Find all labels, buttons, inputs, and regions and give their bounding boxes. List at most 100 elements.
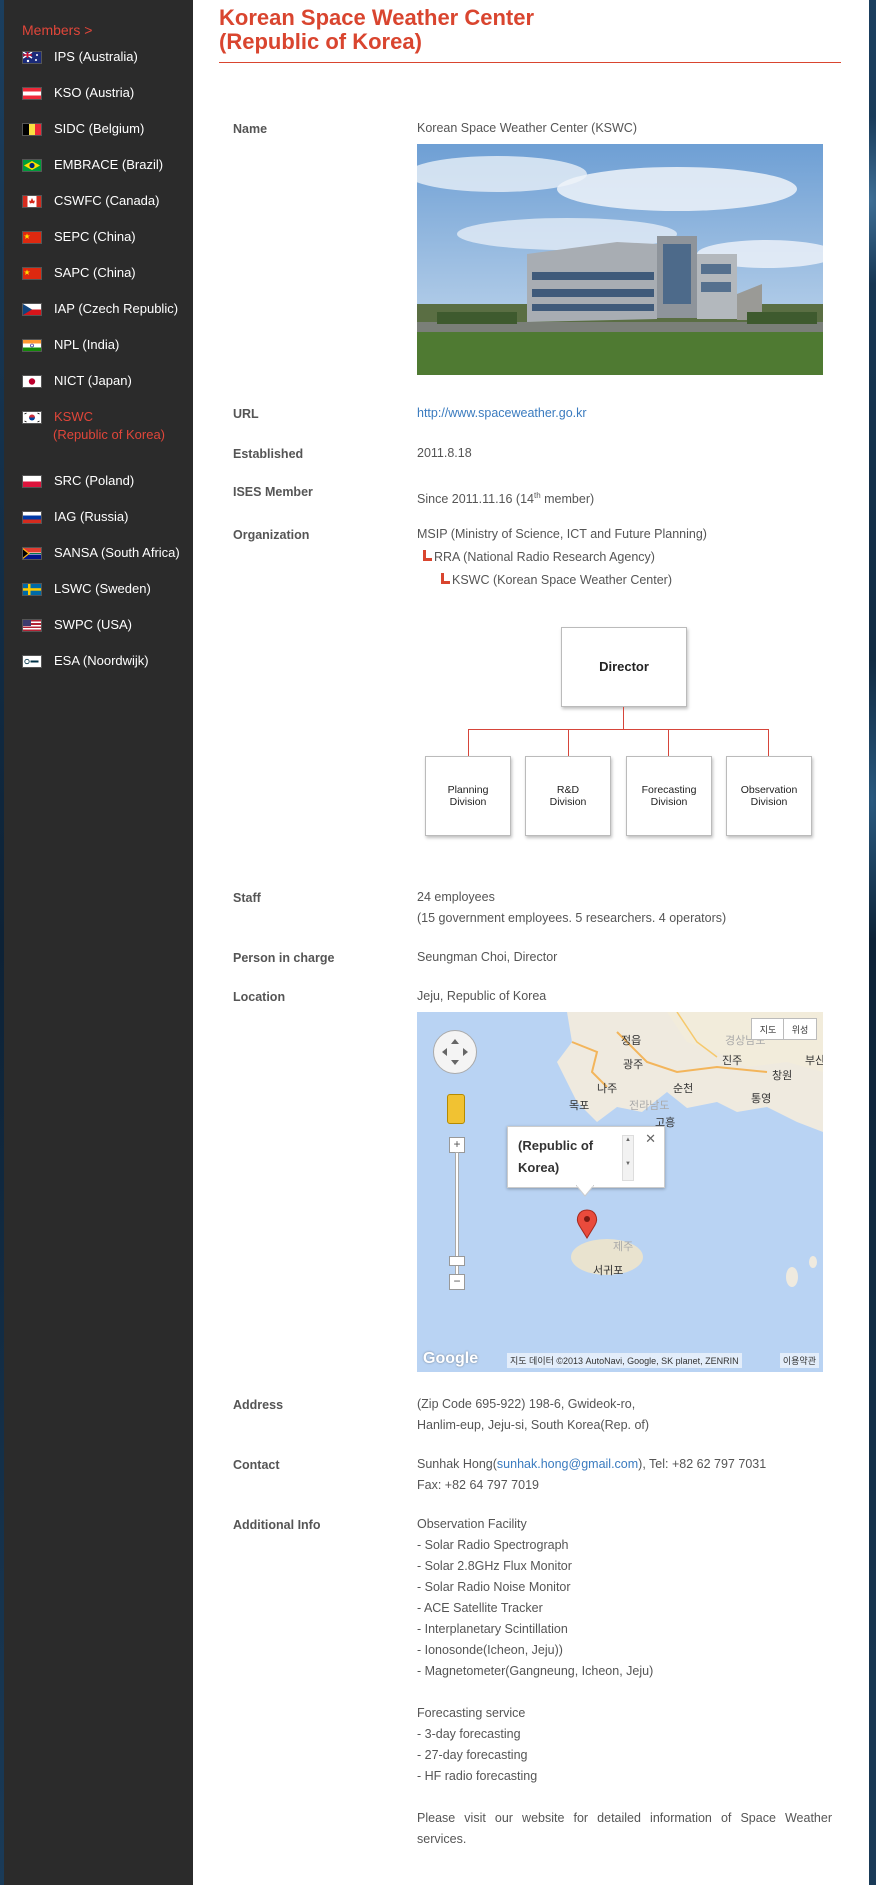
established-value: 2011.8.18 (417, 446, 472, 460)
pan-control[interactable] (433, 1030, 477, 1074)
map-attribution: 지도 데이터 ©2013 AutoNavi, Google, SK planet… (507, 1353, 742, 1368)
contact-line-1: Sunhak Hong(sunhak.hong@gmail.com), Tel:… (417, 1454, 766, 1475)
additional-info-line: - 27-day forecasting (417, 1748, 528, 1762)
org-chart-director: Director (561, 627, 687, 707)
ises-member-value: Since 2011.11.16 (14th member) (417, 485, 594, 510)
map-place-label: 목포 (569, 1099, 589, 1112)
flag-austria-icon (22, 87, 42, 100)
division-line2: Division (449, 796, 487, 808)
sidebar-item-label: NICT (Japan) (54, 373, 132, 388)
name-label: Name (233, 122, 268, 136)
org-line-2: RRA (National Radio Research Agency) (417, 547, 655, 568)
map-place-label: 부산 (805, 1054, 823, 1067)
url-label: URL (233, 407, 259, 421)
established-label: Established (233, 447, 304, 461)
staff-line-2: (15 government employees. 5 researchers.… (417, 911, 727, 925)
map-place-label: 나주 (597, 1082, 617, 1095)
sidebar-item-label: IPS (Australia) (54, 49, 138, 64)
sidebar-item-label: CSWFC (Canada) (54, 193, 160, 208)
contact-email-link[interactable]: sunhak.hong@gmail.com (497, 1457, 638, 1471)
info-window-scrollbar[interactable]: ▲ ▼ (622, 1135, 634, 1181)
sidebar-item-label: EMBRACE (Brazil) (54, 157, 164, 172)
flag-belgium-icon (22, 123, 42, 136)
map-terms-link[interactable]: 이용약관 (779, 1353, 819, 1368)
sidebar-title[interactable]: Members > (22, 22, 92, 38)
sidebar-item-label: IAG (Russia) (54, 509, 129, 524)
division-line2: Division (750, 796, 788, 808)
staff-label: Staff (233, 891, 261, 905)
sidebar-item-label: SWPC (USA) (54, 617, 132, 632)
sidebar-item-label: IAP (Czech Republic) (54, 301, 179, 316)
address-line-2: Hanlim-eup, Jeju-si, South Korea(Rep. of… (417, 1418, 650, 1432)
map-place-label: 제주 (613, 1240, 633, 1253)
additional-info-line: Observation Facility (417, 1517, 527, 1531)
contact-name: Sunhak Hong( (417, 1457, 497, 1471)
org-connector (668, 729, 669, 756)
address-label: Address (233, 1398, 284, 1412)
org-connector (768, 729, 769, 756)
ises-suffix: member) (540, 492, 595, 507)
ises-member-label: ISES Member (233, 485, 313, 499)
org-line-2-text: RRA (National Radio Research Agency) (434, 550, 655, 564)
page-title-line2: (Republic of Korea) (219, 29, 422, 54)
map-type-satellite-button[interactable]: 위성 (783, 1018, 817, 1040)
flag-canada-icon (22, 195, 42, 208)
sidebar-item-label: SAPC (China) (54, 265, 136, 280)
page-title: Korean Space Weather Center (Republic of… (219, 6, 534, 54)
contact-label: Contact (233, 1458, 280, 1472)
org-chart-division: Observation Division (726, 756, 812, 836)
division-line2: Division (650, 796, 688, 808)
street-view-pegman-icon[interactable] (447, 1094, 465, 1124)
building-photo (417, 144, 823, 375)
ises-sup: th (534, 491, 541, 500)
map-place-label: 통영 (751, 1092, 771, 1105)
org-connector (468, 729, 469, 756)
location-map[interactable]: 정읍 광주 나주 순천 진주 창원 통영 목포 전라남도 고흥 경상남도 제주 … (417, 1012, 823, 1372)
sidebar-item-kswc[interactable]: KSWC (Republic of Korea) (22, 408, 192, 448)
url-link[interactable]: http://www.spaceweather.go.kr (417, 406, 587, 420)
info-window-text: (Republic of Korea) (518, 1138, 594, 1175)
org-connector (468, 729, 769, 730)
flag-china-icon (22, 267, 42, 280)
flag-brazil-icon (22, 159, 42, 172)
flag-australia-icon (22, 51, 42, 64)
organization-label: Organization (233, 528, 310, 542)
title-divider (219, 62, 841, 63)
sidebar-item-label: SANSA (South Africa) (54, 545, 180, 560)
org-line-3-text: KSWC (Korean Space Weather Center) (452, 573, 673, 587)
sidebar-item-sublabel: (Republic of Korea) (53, 427, 165, 442)
division-line1: Forecasting (641, 784, 697, 796)
additional-info-line: - HF radio forecasting (417, 1769, 538, 1783)
ises-prefix: Since 2011.11.16 (14 (417, 492, 534, 507)
person-in-charge-value: Seungman Choi, Director (417, 950, 558, 964)
sidebar-item-label: KSO (Austria) (54, 85, 135, 100)
zoom-in-button[interactable]: + (449, 1137, 465, 1153)
flag-japan-icon (22, 375, 42, 388)
map-place-label: 진주 (722, 1054, 742, 1067)
sidebar-item-label: SRC (Poland) (54, 473, 135, 488)
location-label: Location (233, 990, 286, 1004)
division-line1: Planning (447, 784, 489, 796)
division-line1: R&D (556, 784, 580, 796)
flag-esa-icon (22, 655, 42, 668)
members-sidebar: Members > IPS (Australia) KSO (Austria) … (4, 0, 193, 1885)
org-connector (568, 729, 569, 756)
flag-south-africa-icon (22, 547, 42, 560)
flag-china-icon (22, 231, 42, 244)
flag-usa-icon (22, 619, 42, 632)
visit-note: Please visit our website for detailed in… (417, 1811, 832, 1846)
location-value: Jeju, Republic of Korea (417, 989, 547, 1003)
zoom-slider-handle[interactable] (449, 1256, 465, 1266)
google-logo: Google (423, 1350, 479, 1367)
division-line2: Division (549, 796, 587, 808)
additional-info-line: - Interplanetary Scintillation (417, 1622, 568, 1636)
sidebar-item-label: NPL (India) (54, 337, 120, 352)
map-place-label: 창원 (772, 1069, 792, 1082)
additional-info-label: Additional Info (233, 1518, 321, 1532)
close-icon[interactable]: ✕ (645, 1131, 656, 1147)
map-place-label: 전라남도 (629, 1099, 669, 1112)
division-line1: Observation (740, 784, 798, 796)
org-chart-division: Forecasting Division (626, 756, 712, 836)
zoom-out-button[interactable]: − (449, 1274, 465, 1290)
map-type-map-button[interactable]: 지도 (751, 1018, 785, 1040)
